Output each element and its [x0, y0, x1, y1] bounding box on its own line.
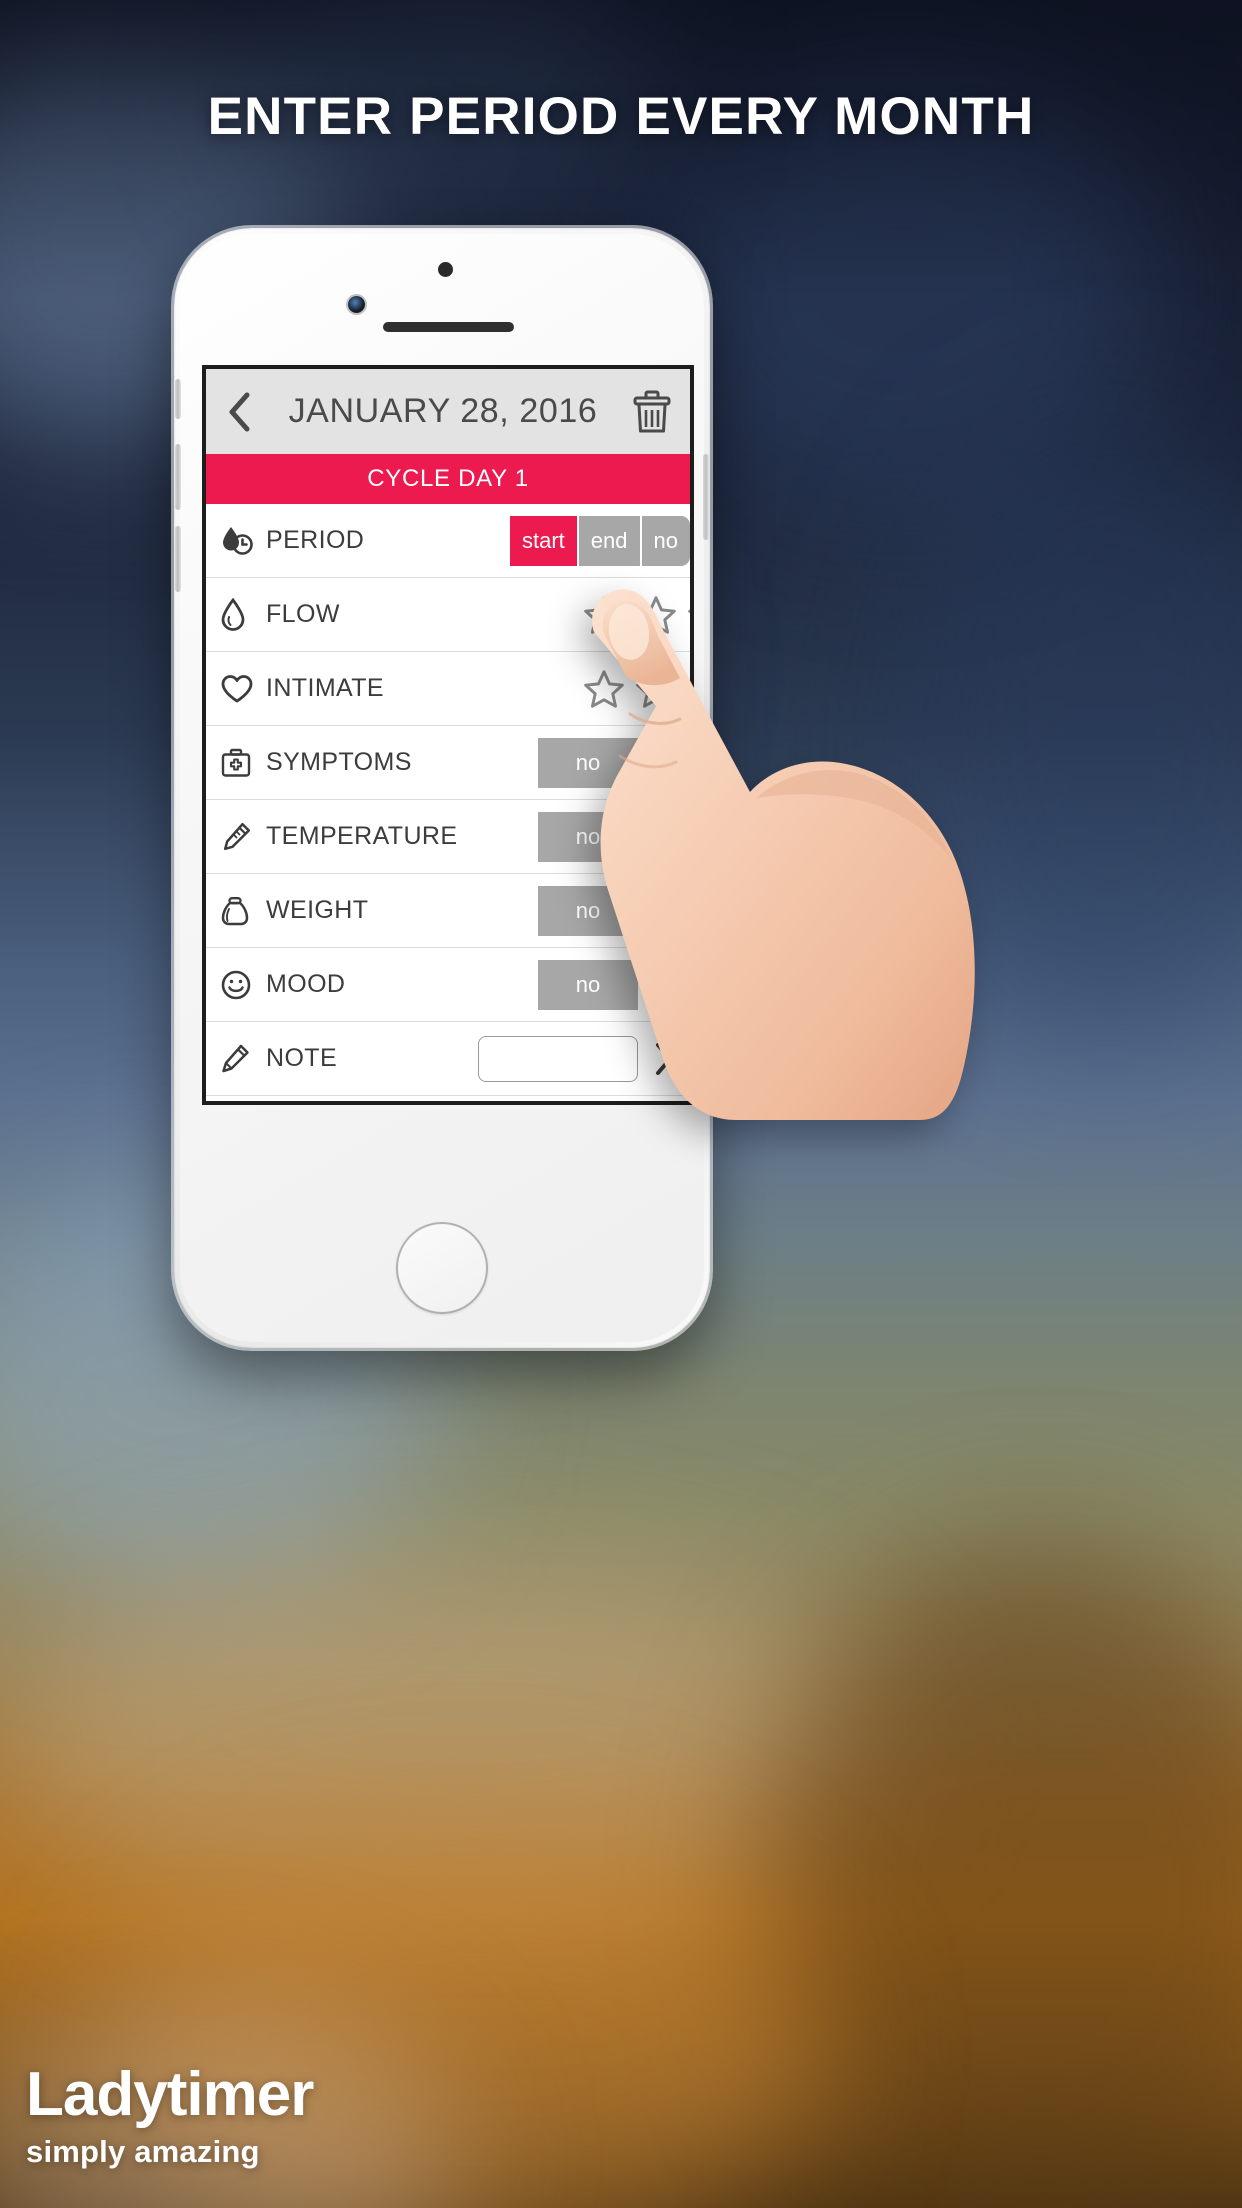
star-icon[interactable] [634, 667, 678, 711]
phone-power-button [703, 454, 709, 540]
phone-volume-down-button [175, 526, 181, 592]
row-label: MOOD [266, 970, 346, 998]
temperature-value-button[interactable]: no [538, 811, 638, 862]
period-option-start[interactable]: start [510, 515, 577, 566]
row-flow[interactable]: FLOW [206, 578, 690, 652]
phone-mockup: JANUARY 28, 2016 CYCLE DAY 1 PERIOD star… [174, 228, 710, 1348]
temperature-disclosure[interactable] [638, 820, 690, 854]
contraceptive-control: yes no [581, 1096, 690, 1101]
droplet-clock-icon [223, 526, 253, 555]
flow-control [582, 578, 690, 651]
weight-value-button[interactable]: no [538, 885, 638, 936]
medical-kit-icon [221, 748, 251, 777]
row-label: TEMPERATURE [266, 822, 458, 850]
star-icon[interactable] [686, 593, 694, 637]
row-period[interactable]: PERIOD start end no [206, 504, 690, 578]
row-label: PERIOD [266, 526, 365, 554]
chevron-left-icon [229, 392, 250, 431]
row-symptoms[interactable]: SYMPTOMS no [206, 726, 690, 800]
row-label: INTIMATE [266, 674, 385, 702]
flow-star-rating[interactable] [582, 593, 694, 637]
star-icon[interactable] [582, 667, 626, 711]
front-camera-icon [348, 296, 365, 313]
row-mood[interactable]: MOOD no [206, 948, 690, 1022]
cycle-day-banner: CYCLE DAY 1 [206, 454, 690, 504]
back-button[interactable] [206, 391, 272, 433]
row-contraceptive[interactable]: CONTRACEPTIVE yes no [206, 1096, 690, 1101]
period-segmented-control: start end no [510, 515, 690, 566]
intimate-star-rating[interactable] [582, 667, 694, 711]
delete-entry-button[interactable] [614, 390, 690, 434]
entry-list: PERIOD start end no FLOW INTIMATE SYMPTO… [206, 504, 690, 1101]
flow-icon-wrap [220, 597, 266, 632]
mood-control: no [538, 948, 690, 1021]
phone-mute-switch [175, 379, 181, 419]
period-control: start end no [510, 504, 690, 577]
symptoms-value-button[interactable]: no [538, 737, 638, 788]
temperature-icon-wrap [220, 821, 266, 853]
symptoms-control: no [538, 726, 690, 799]
row-label: FLOW [266, 600, 340, 628]
period-icon-wrap [220, 524, 266, 558]
star-icon[interactable] [634, 593, 678, 637]
promo-headline: ENTER PERIOD EVERY MONTH [207, 87, 1035, 146]
star-icon[interactable] [582, 593, 626, 637]
proximity-sensor [438, 262, 453, 277]
app-header-bar: JANUARY 28, 2016 [206, 369, 690, 454]
pencil-icon [222, 1044, 249, 1072]
weight-control: no [538, 874, 690, 947]
weight-icon [221, 896, 249, 925]
note-disclosure[interactable] [638, 1042, 690, 1076]
smiley-icon [221, 970, 251, 999]
mood-value-button[interactable]: no [538, 959, 638, 1010]
row-note[interactable]: NOTE [206, 1022, 690, 1096]
period-option-no[interactable]: no [641, 515, 690, 566]
star-icon[interactable] [686, 667, 694, 711]
symptoms-icon-wrap [220, 747, 266, 779]
row-label: NOTE [266, 1044, 338, 1072]
mood-icon-wrap [220, 969, 266, 1001]
note-input[interactable] [478, 1035, 638, 1082]
intimate-icon-wrap [220, 673, 266, 705]
app-screen: JANUARY 28, 2016 CYCLE DAY 1 PERIOD star… [202, 365, 694, 1105]
phone-body: JANUARY 28, 2016 CYCLE DAY 1 PERIOD star… [175, 234, 709, 1342]
brand-name: Ladytimer [26, 2060, 314, 2129]
phone-volume-up-button [175, 444, 181, 510]
period-option-end[interactable]: end [578, 515, 640, 566]
intimate-control [582, 652, 690, 725]
note-control [478, 1022, 690, 1095]
chevron-right-icon [656, 820, 672, 853]
chevron-right-icon [656, 1042, 672, 1075]
row-temperature[interactable]: TEMPERATURE no [206, 800, 690, 874]
page-title: JANUARY 28, 2016 [288, 392, 598, 430]
weight-icon-wrap [220, 895, 266, 927]
row-intimate[interactable]: INTIMATE [206, 652, 690, 726]
brand-logo: Ladytimer simply amazing [26, 2060, 314, 2170]
row-weight[interactable]: WEIGHT no [206, 874, 690, 948]
brand-tagline: simply amazing [26, 2134, 260, 2169]
row-label: WEIGHT [266, 896, 369, 924]
mood-disclosure[interactable] [638, 968, 690, 1002]
thermometer-icon [223, 822, 251, 850]
home-button[interactable] [396, 1222, 488, 1314]
heart-icon [221, 674, 253, 702]
note-icon-wrap [220, 1043, 266, 1075]
earpiece-speaker [383, 322, 514, 332]
row-label: SYMPTOMS [266, 748, 412, 776]
temperature-control: no [538, 800, 690, 873]
droplet-icon [221, 597, 245, 631]
trash-icon [633, 390, 671, 432]
weight-disclosure[interactable] [638, 894, 690, 928]
chevron-right-icon [656, 894, 672, 927]
chevron-right-icon [656, 968, 672, 1001]
